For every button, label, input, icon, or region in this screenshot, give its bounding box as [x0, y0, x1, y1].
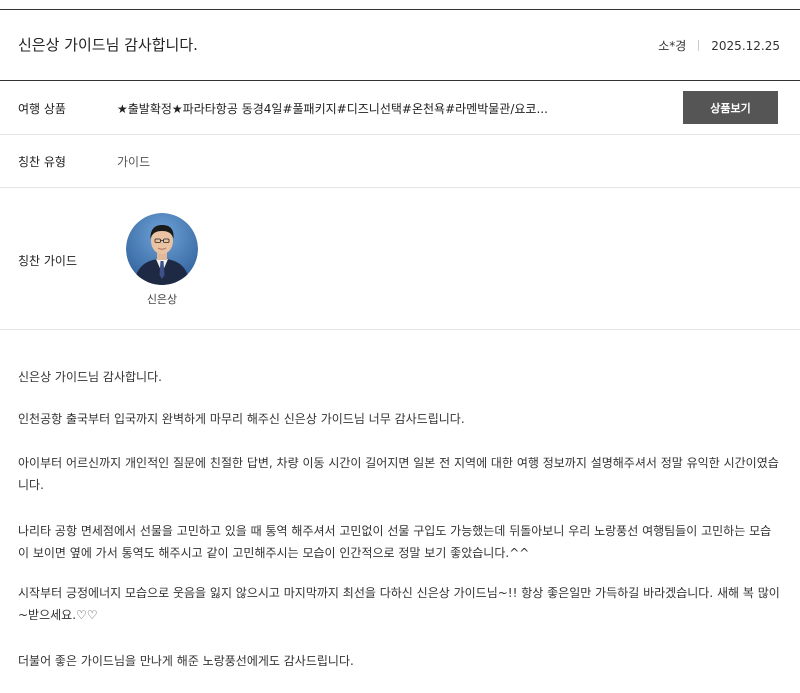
- body-paragraph: 더불어 좋은 가이드님을 만나게 해준 노랑풍선에게도 감사드립니다.: [18, 654, 354, 668]
- body-paragraph: 아이부터 어르신까지 개인적인 질문에 친절한 답변, 차량 이동 시간이 길어…: [18, 456, 779, 492]
- praise-type-value: 가이드: [117, 155, 151, 169]
- guide-avatar: [126, 213, 198, 285]
- body-paragraph: 신은상 가이드님 감사합니다.: [18, 370, 162, 384]
- guide-card: 신은상: [126, 213, 198, 307]
- body-paragraph: 나리타 공항 면세점에서 선물을 고민하고 있을 때 통역 해주셔서 고민없이 …: [18, 524, 772, 560]
- product-row: 여행 상품 ★출발확정★파라타항공 동경4일#풀패키지#디즈니선택#온천욕#라멘…: [0, 81, 800, 135]
- review-meta: 소*경 2025.12.25: [658, 37, 780, 54]
- review-title: 신은상 가이드님 감사합니다.: [18, 36, 198, 54]
- view-product-button[interactable]: 상품보기: [683, 91, 778, 124]
- review-detail: 신은상 가이드님 감사합니다. 소*경 2025.12.25 여행 상품 ★출발…: [0, 0, 800, 693]
- body-paragraph: 시작부터 긍정에너지 모습으로 웃음을 잃지 않으시고 마지막까지 최선을 다하…: [18, 586, 780, 622]
- praise-type-row: 칭찬 유형 가이드: [0, 135, 800, 188]
- product-label: 여행 상품: [18, 102, 66, 116]
- review-date: 2025.12.25: [711, 38, 780, 53]
- guide-name: 신은상: [146, 293, 178, 306]
- review-header: 신은상 가이드님 감사합니다. 소*경 2025.12.25: [0, 10, 800, 80]
- meta-separator: [698, 40, 700, 51]
- praise-guide-row: 칭찬 가이드 신은상: [0, 188, 800, 330]
- praise-guide-label: 칭찬 가이드: [18, 254, 78, 268]
- product-name: ★출발확정★파라타항공 동경4일#풀패키지#디즈니선택#온천욕#라멘박물관/요코…: [117, 102, 548, 116]
- praise-type-label: 칭찬 유형: [18, 155, 66, 169]
- body-paragraph: 인천공항 출국부터 입국까지 완벽하게 마무리 해주신 신은상 가이드님 너무 …: [18, 412, 465, 426]
- review-author: 소*경: [658, 39, 687, 53]
